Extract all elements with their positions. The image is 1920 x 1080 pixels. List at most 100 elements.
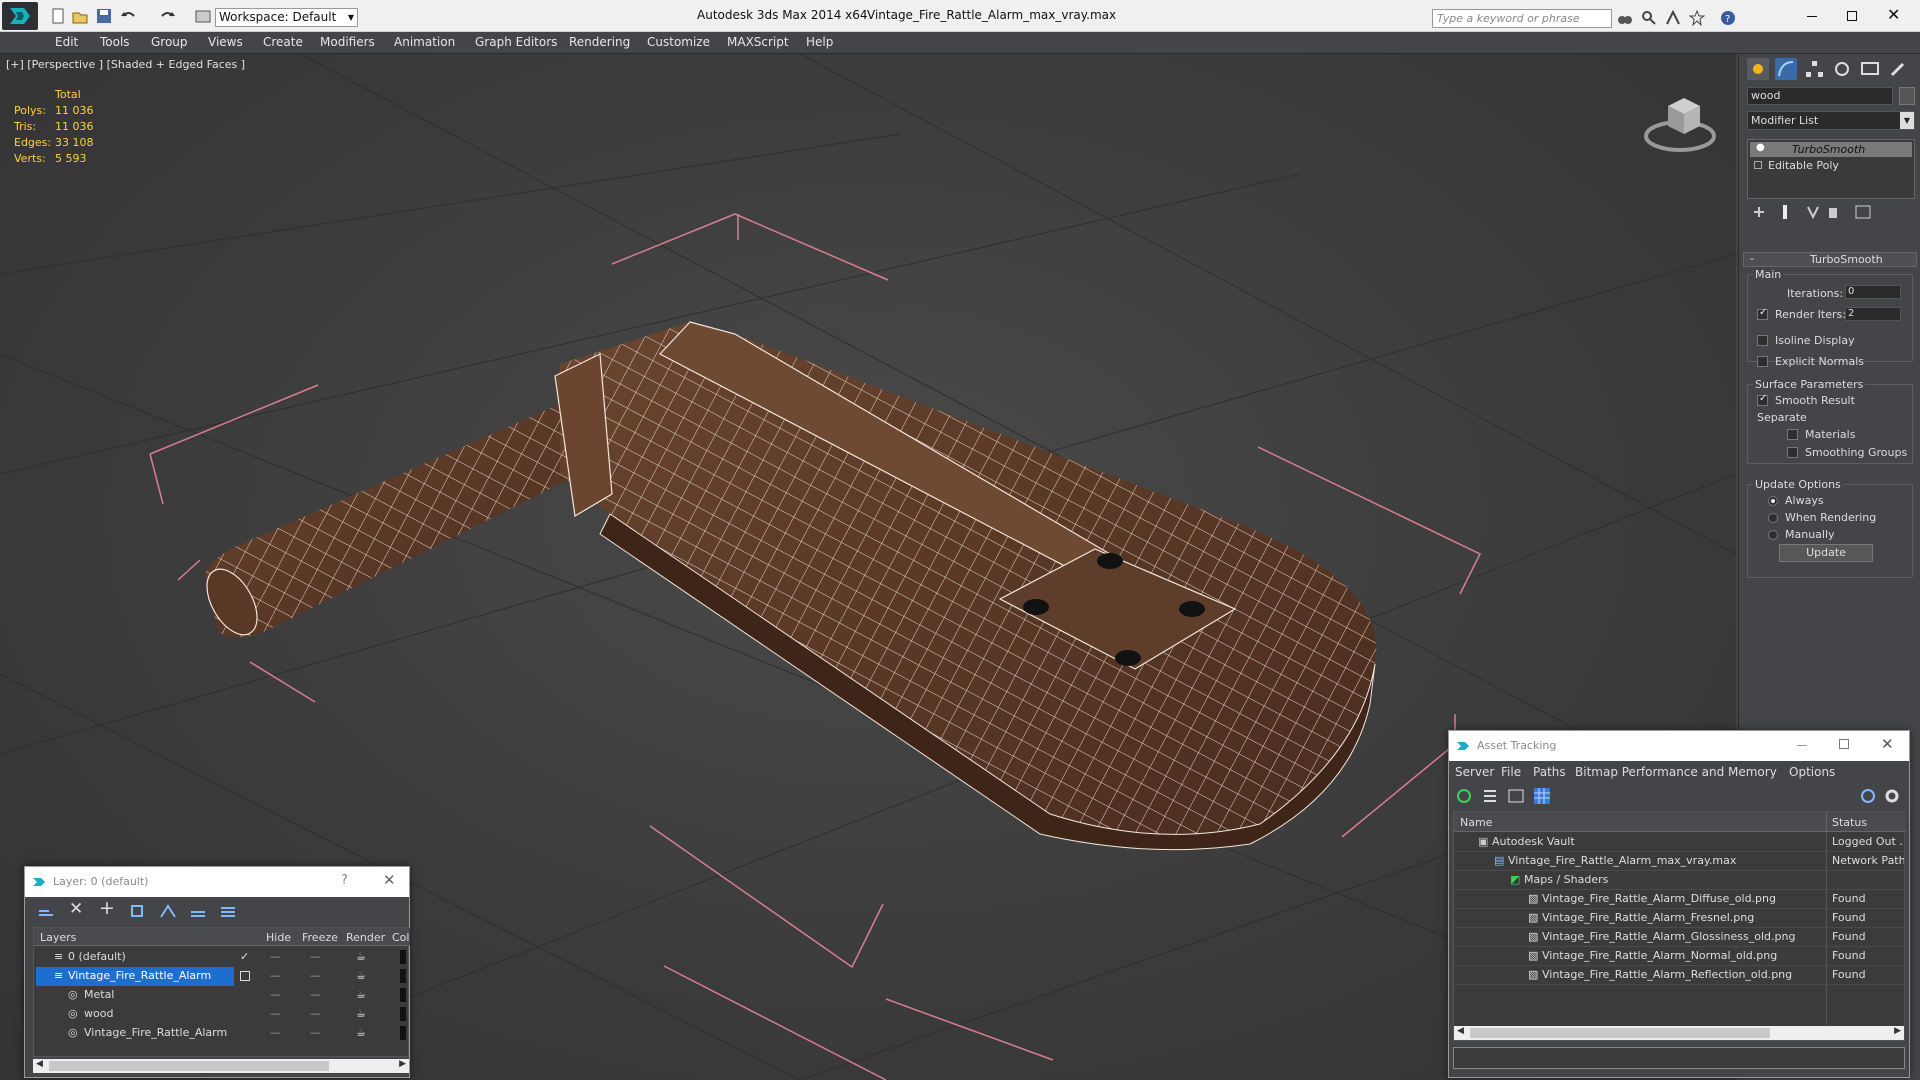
asset-menu-file[interactable]: File <box>1501 765 1521 779</box>
delete-layer-icon[interactable]: ✕ <box>69 899 83 919</box>
layer-row[interactable]: ≡ 0 (default) ✓ — — ☕ <box>34 948 408 967</box>
configure-modifier-sets-icon[interactable] <box>1855 204 1871 220</box>
hide-toggle-icon[interactable]: — <box>270 988 281 1001</box>
asset-menu-bitmap-performance[interactable]: Bitmap Performance and Memory <box>1575 765 1777 779</box>
view-cube[interactable] <box>1640 84 1720 154</box>
hierarchy-tab[interactable] <box>1803 58 1825 80</box>
column-header-color[interactable]: Col <box>392 931 409 944</box>
scrollbar-thumb[interactable] <box>1470 1028 1770 1038</box>
layer-row[interactable]: ◎ Metal — — ☕ <box>34 986 408 1005</box>
show-end-result-icon[interactable] <box>1777 204 1793 220</box>
open-file-icon[interactable] <box>72 8 88 24</box>
save-file-icon[interactable] <box>96 8 112 24</box>
materials-checkbox[interactable] <box>1787 429 1798 440</box>
project-folder-icon[interactable] <box>195 8 211 24</box>
workspace-dropdown[interactable]: Workspace: Default ▼ <box>215 8 358 27</box>
manually-radio[interactable] <box>1768 530 1778 540</box>
teapot-icon[interactable]: ☕ <box>356 950 366 963</box>
scroll-left-icon[interactable]: ◀ <box>1457 1026 1464 1036</box>
freeze-toggle-icon[interactable]: — <box>310 988 321 1001</box>
search-tools-icon[interactable] <box>1641 10 1657 26</box>
smooth-result-checkbox[interactable] <box>1757 393 1768 406</box>
layer-color-swatch[interactable] <box>400 1007 406 1021</box>
hide-toggle-icon[interactable]: — <box>270 950 281 963</box>
render-iters-checkbox[interactable] <box>1757 307 1768 320</box>
menu-views[interactable]: Views <box>208 35 243 49</box>
pin-stack-icon[interactable] <box>1751 204 1767 220</box>
asset-menu-server[interactable]: Server <box>1455 765 1494 779</box>
menu-maxscript[interactable]: MAXScript <box>727 35 789 49</box>
scrollbar-thumb[interactable] <box>49 1061 329 1071</box>
freeze-all-layers-icon[interactable] <box>219 903 237 921</box>
set-current-layer-box[interactable] <box>240 971 250 981</box>
display-tab[interactable] <box>1859 58 1881 80</box>
scroll-right-icon[interactable]: ▶ <box>1894 1026 1901 1036</box>
iterations-spinner[interactable]: 0 <box>1845 285 1901 299</box>
minimize-icon[interactable] <box>1797 745 1807 746</box>
hide-toggle-icon[interactable]: — <box>270 1007 281 1020</box>
when-rendering-radio[interactable] <box>1768 513 1778 523</box>
layer-color-swatch[interactable] <box>400 1026 406 1040</box>
object-color-swatch[interactable] <box>1899 87 1915 105</box>
create-tab[interactable] <box>1747 58 1769 80</box>
app-logo-button[interactable] <box>2 2 38 30</box>
column-header-hide[interactable]: Hide <box>266 931 291 944</box>
menu-animation[interactable]: Animation <box>394 35 455 49</box>
always-radio[interactable] <box>1768 496 1778 506</box>
asset-path-field[interactable] <box>1453 1047 1905 1069</box>
make-unique-icon[interactable] <box>1805 204 1821 220</box>
menu-edit[interactable]: Edit <box>55 35 78 49</box>
teapot-icon[interactable]: ☕ <box>356 988 366 1001</box>
column-header-status[interactable]: Status <box>1832 816 1867 829</box>
close-button[interactable]: ✕ <box>1878 4 1908 28</box>
settings-gear-icon[interactable] <box>1883 787 1901 805</box>
create-layer-icon[interactable] <box>37 903 55 921</box>
column-divider[interactable] <box>1826 812 1827 832</box>
expand-plus-icon[interactable] <box>1754 161 1762 169</box>
asset-row[interactable]: ▧ Vintage_Fire_Rattle_Alarm_Diffuse_old.… <box>1454 890 1904 909</box>
help-icon[interactable]: ? <box>1720 10 1736 26</box>
remove-modifier-icon[interactable] <box>1825 204 1841 220</box>
freeze-toggle-icon[interactable]: — <box>310 950 321 963</box>
asset-row[interactable]: ▧ Vintage_Fire_Rattle_Alarm_Reflection_o… <box>1454 966 1904 985</box>
asset-menu-options[interactable]: Options <box>1789 765 1835 779</box>
stack-item-editable-poly[interactable]: Editable Poly <box>1750 158 1912 173</box>
stack-item-turbosmooth[interactable]: ● TurboSmooth <box>1750 142 1912 157</box>
freeze-toggle-icon[interactable]: — <box>310 1026 321 1039</box>
render-iters-spinner[interactable]: 2 <box>1845 307 1901 321</box>
menu-graph-editors[interactable]: Graph Editors <box>475 35 557 49</box>
maximize-icon[interactable] <box>1839 739 1849 749</box>
redo-icon[interactable] <box>160 8 176 24</box>
layer-color-swatch[interactable] <box>400 950 406 964</box>
teapot-icon[interactable]: ☕ <box>356 1007 366 1020</box>
column-header-freeze[interactable]: Freeze <box>302 931 338 944</box>
asset-horizontal-scrollbar[interactable]: ◀ ▶ <box>1454 1026 1904 1040</box>
layer-row[interactable]: ≡ Vintage_Fire_Rattle_Alarm — — ☕ <box>34 967 408 986</box>
hide-toggle-icon[interactable]: — <box>270 969 281 982</box>
asset-row[interactable]: ◩ Maps / Shaders <box>1454 871 1904 890</box>
smoothing-groups-checkbox[interactable] <box>1787 447 1798 458</box>
utilities-tab[interactable] <box>1887 58 1909 80</box>
layer-horizontal-scrollbar[interactable]: ◀ ▶ <box>33 1059 409 1073</box>
help-icon[interactable] <box>1859 787 1877 805</box>
modifier-list-dropdown[interactable]: Modifier List ▼ <box>1747 111 1915 130</box>
close-icon[interactable]: ✕ <box>383 871 396 889</box>
layer-color-swatch[interactable] <box>400 988 406 1002</box>
asset-row[interactable]: ▧ Vintage_Fire_Rattle_Alarm_Fresnel.png … <box>1454 909 1904 928</box>
menu-customize[interactable]: Customize <box>647 35 710 49</box>
explicit-normals-checkbox[interactable] <box>1757 356 1768 367</box>
isoline-display-checkbox[interactable] <box>1757 335 1768 346</box>
motion-tab[interactable] <box>1831 58 1853 80</box>
list-view-icon[interactable] <box>1481 787 1499 805</box>
menu-group[interactable]: Group <box>151 35 188 49</box>
asset-menu-paths[interactable]: Paths <box>1533 765 1566 779</box>
column-header-layers[interactable]: Layers <box>40 931 76 944</box>
layer-row[interactable]: ◎ Vintage_Fire_Rattle_Alarm — — ☕ <box>34 1024 408 1043</box>
teapot-icon[interactable]: ☕ <box>356 1026 366 1039</box>
object-name-field[interactable]: wood <box>1747 87 1893 105</box>
menu-create[interactable]: Create <box>263 35 303 49</box>
maximize-button[interactable] <box>1837 4 1867 28</box>
menu-help[interactable]: Help <box>806 35 833 49</box>
modifier-stack[interactable]: ● TurboSmooth Editable Poly <box>1747 139 1915 199</box>
subscription-icon[interactable] <box>1665 10 1681 26</box>
